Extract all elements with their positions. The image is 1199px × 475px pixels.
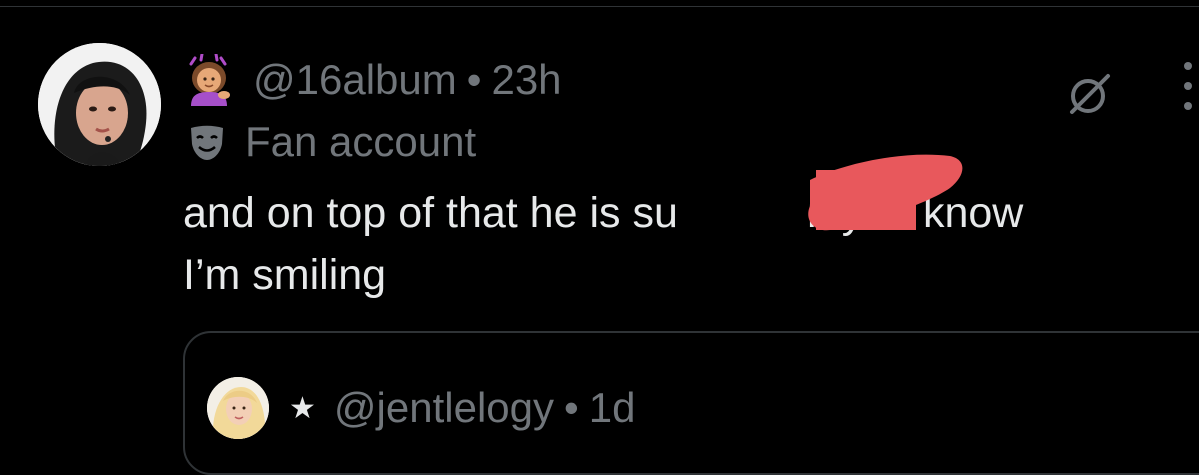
account-label: Fan account [183,116,476,168]
tweet-text-line-1: and on top of that he is suı. you know [183,182,1199,244]
theater-mask-icon [187,122,227,162]
author-handle[interactable]: @16album [253,56,457,104]
quoted-tweet-timestamp[interactable]: 1d [589,384,636,432]
tweet-header: @16album • 23h [183,50,562,110]
tweet-text: and on top of that he is suı. you know I… [183,182,1199,306]
top-divider [0,6,1199,7]
author-avatar-image [38,43,161,166]
quoted-author-handle[interactable]: @jentlelogy [334,384,554,432]
grok-icon[interactable] [1066,70,1114,118]
separator-dot: • [466,56,482,103]
tweet-text-line-2: I’m smiling [183,251,387,299]
quoted-tweet-card[interactable]: ★ @jentlelogy • 1d [183,331,1199,475]
tweet-timestamp[interactable]: 23h [491,56,561,104]
fan-account-label: Fan account [245,118,477,165]
star-badge: ★ [289,391,316,425]
quoted-separator-dot: • [564,384,579,431]
more-vertical-icon[interactable] [1174,58,1198,114]
quoted-author-avatar[interactable] [207,377,269,439]
tweet-text-line-1-start: and on top of that he is su [183,189,678,237]
redaction-scribble [800,140,970,240]
woman-tipping-hand-emoji-icon [183,54,235,106]
author-avatar[interactable] [38,43,161,166]
quoted-tweet-header: ★ @jentlelogy • 1d [207,373,635,443]
